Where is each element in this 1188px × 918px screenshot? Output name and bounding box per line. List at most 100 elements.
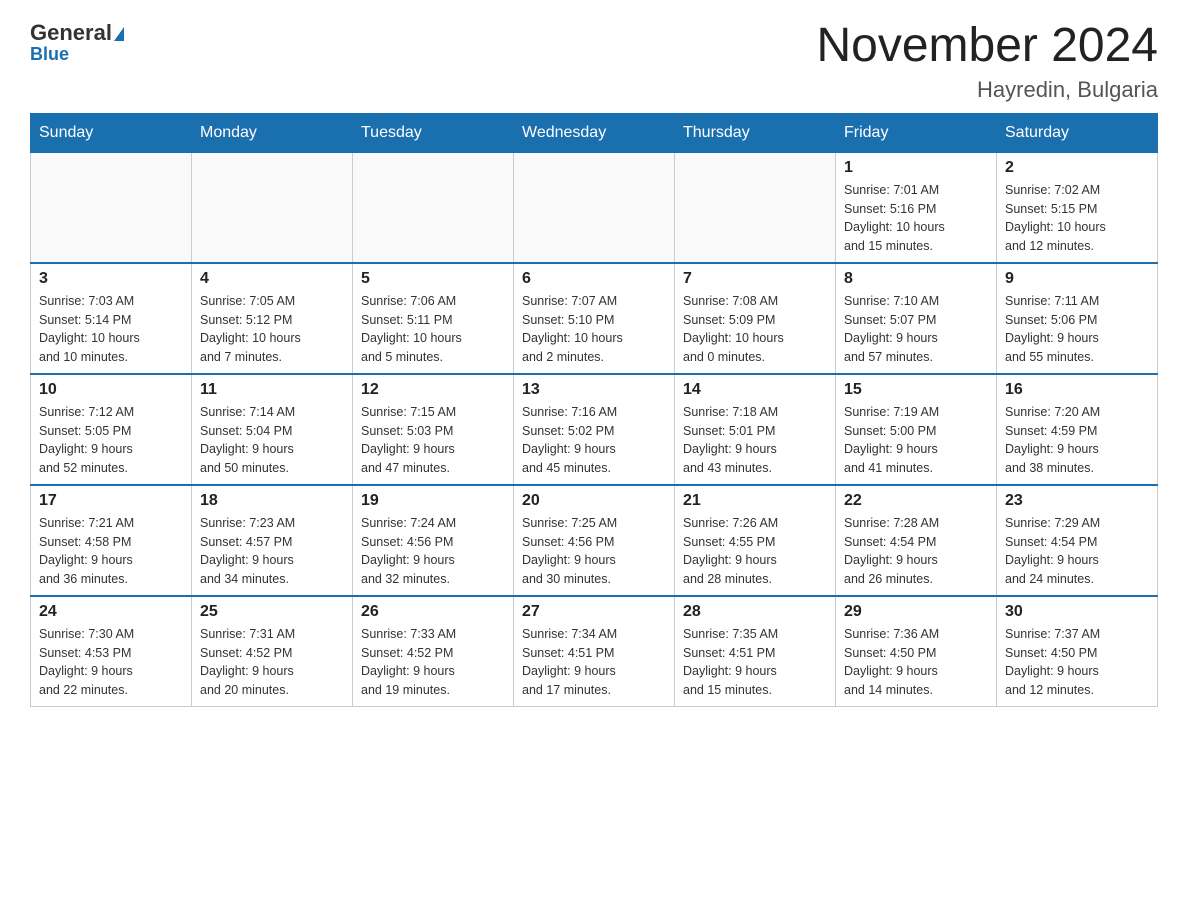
week-row-1: 1 Sunrise: 7:01 AMSunset: 5:16 PMDaylight…	[31, 152, 1158, 263]
calendar-cell: 8 Sunrise: 7:10 AMSunset: 5:07 PMDaylight…	[836, 263, 997, 374]
day-info: Sunrise: 7:21 AMSunset: 4:58 PMDaylight:…	[39, 514, 183, 589]
day-number: 19	[361, 492, 505, 510]
calendar-cell: 25Sunrise: 7:31 AMSunset: 4:52 PMDayligh…	[192, 596, 353, 707]
day-info: Sunrise: 7:28 AMSunset: 4:54 PMDaylight:…	[844, 514, 988, 589]
day-info: Sunrise: 7:19 AMSunset: 5:00 PMDaylight:…	[844, 403, 988, 478]
day-number: 6	[522, 270, 666, 288]
calendar-cell: 27 Sunrise: 7:34 AMSunset: 4:51 PMDayligh…	[514, 596, 675, 707]
calendar-cell: 18 Sunrise: 7:23 AMSunset: 4:57 PMDayligh…	[192, 485, 353, 596]
day-info: Sunrise: 7:03 AMSunset: 5:14 PMDaylight:…	[39, 292, 183, 367]
day-info: Sunrise: 7:24 AMSunset: 4:56 PMDaylight:…	[361, 514, 505, 589]
day-number: 29	[844, 603, 988, 621]
day-number: 13	[522, 381, 666, 399]
calendar-cell: 7 Sunrise: 7:08 AMSunset: 5:09 PMDaylight…	[675, 263, 836, 374]
day-number: 7	[683, 270, 827, 288]
week-row-4: 17 Sunrise: 7:21 AMSunset: 4:58 PMDayligh…	[31, 485, 1158, 596]
calendar-cell: 16 Sunrise: 7:20 AMSunset: 4:59 PMDayligh…	[997, 374, 1158, 485]
day-info: Sunrise: 7:08 AMSunset: 5:09 PMDaylight:…	[683, 292, 827, 367]
weekday-header-tuesday: Tuesday	[353, 113, 514, 152]
calendar-cell: 30 Sunrise: 7:37 AMSunset: 4:50 PMDayligh…	[997, 596, 1158, 707]
day-number: 26	[361, 603, 505, 621]
calendar-cell: 23Sunrise: 7:29 AMSunset: 4:54 PMDayligh…	[997, 485, 1158, 596]
day-info: Sunrise: 7:36 AMSunset: 4:50 PMDaylight:…	[844, 625, 988, 700]
day-info: Sunrise: 7:05 AMSunset: 5:12 PMDaylight:…	[200, 292, 344, 367]
week-row-2: 3 Sunrise: 7:03 AMSunset: 5:14 PMDaylight…	[31, 263, 1158, 374]
logo: General Blue	[30, 20, 124, 65]
day-info: Sunrise: 7:16 AMSunset: 5:02 PMDaylight:…	[522, 403, 666, 478]
day-info: Sunrise: 7:26 AMSunset: 4:55 PMDaylight:…	[683, 514, 827, 589]
day-info: Sunrise: 7:11 AMSunset: 5:06 PMDaylight:…	[1005, 292, 1149, 367]
day-number: 28	[683, 603, 827, 621]
weekday-header-sunday: Sunday	[31, 113, 192, 152]
calendar-table: SundayMondayTuesdayWednesdayThursdayFrid…	[30, 113, 1158, 707]
calendar-cell: 4Sunrise: 7:05 AMSunset: 5:12 PMDaylight…	[192, 263, 353, 374]
logo-general: General	[30, 20, 124, 46]
calendar-cell: 24 Sunrise: 7:30 AMSunset: 4:53 PMDayligh…	[31, 596, 192, 707]
subtitle: Hayredin, Bulgaria	[816, 77, 1158, 103]
calendar-cell	[192, 152, 353, 263]
day-info: Sunrise: 7:01 AMSunset: 5:16 PMDaylight:…	[844, 181, 988, 256]
calendar-cell: 12 Sunrise: 7:15 AMSunset: 5:03 PMDayligh…	[353, 374, 514, 485]
weekday-header-friday: Friday	[836, 113, 997, 152]
calendar-cell: 5 Sunrise: 7:06 AMSunset: 5:11 PMDaylight…	[353, 263, 514, 374]
calendar-cell: 13 Sunrise: 7:16 AMSunset: 5:02 PMDayligh…	[514, 374, 675, 485]
weekday-header-row: SundayMondayTuesdayWednesdayThursdayFrid…	[31, 113, 1158, 152]
day-info: Sunrise: 7:06 AMSunset: 5:11 PMDaylight:…	[361, 292, 505, 367]
calendar-cell: 11 Sunrise: 7:14 AMSunset: 5:04 PMDayligh…	[192, 374, 353, 485]
logo-blue: Blue	[30, 44, 69, 65]
day-number: 24	[39, 603, 183, 621]
calendar-cell	[31, 152, 192, 263]
day-info: Sunrise: 7:34 AMSunset: 4:51 PMDaylight:…	[522, 625, 666, 700]
weekday-header-monday: Monday	[192, 113, 353, 152]
calendar-cell: 3 Sunrise: 7:03 AMSunset: 5:14 PMDaylight…	[31, 263, 192, 374]
day-info: Sunrise: 7:35 AMSunset: 4:51 PMDaylight:…	[683, 625, 827, 700]
day-info: Sunrise: 7:29 AMSunset: 4:54 PMDaylight:…	[1005, 514, 1149, 589]
day-number: 11	[200, 381, 344, 399]
day-number: 17	[39, 492, 183, 510]
calendar-cell: 26Sunrise: 7:33 AMSunset: 4:52 PMDayligh…	[353, 596, 514, 707]
day-number: 2	[1005, 159, 1149, 177]
day-number: 1	[844, 159, 988, 177]
day-number: 15	[844, 381, 988, 399]
day-info: Sunrise: 7:15 AMSunset: 5:03 PMDaylight:…	[361, 403, 505, 478]
title-block: November 2024 Hayredin, Bulgaria	[816, 20, 1158, 103]
calendar-cell: 29 Sunrise: 7:36 AMSunset: 4:50 PMDayligh…	[836, 596, 997, 707]
calendar-cell: 9 Sunrise: 7:11 AMSunset: 5:06 PMDaylight…	[997, 263, 1158, 374]
calendar-cell: 2Sunrise: 7:02 AMSunset: 5:15 PMDaylight…	[997, 152, 1158, 263]
day-info: Sunrise: 7:37 AMSunset: 4:50 PMDaylight:…	[1005, 625, 1149, 700]
day-number: 16	[1005, 381, 1149, 399]
calendar-cell: 15 Sunrise: 7:19 AMSunset: 5:00 PMDayligh…	[836, 374, 997, 485]
day-number: 30	[1005, 603, 1149, 621]
weekday-header-thursday: Thursday	[675, 113, 836, 152]
day-number: 3	[39, 270, 183, 288]
day-info: Sunrise: 7:30 AMSunset: 4:53 PMDaylight:…	[39, 625, 183, 700]
day-info: Sunrise: 7:12 AMSunset: 5:05 PMDaylight:…	[39, 403, 183, 478]
day-number: 20	[522, 492, 666, 510]
week-row-3: 10 Sunrise: 7:12 AMSunset: 5:05 PMDayligh…	[31, 374, 1158, 485]
day-number: 18	[200, 492, 344, 510]
week-row-5: 24 Sunrise: 7:30 AMSunset: 4:53 PMDayligh…	[31, 596, 1158, 707]
day-number: 12	[361, 381, 505, 399]
day-number: 5	[361, 270, 505, 288]
day-number: 27	[522, 603, 666, 621]
calendar-cell: 28 Sunrise: 7:35 AMSunset: 4:51 PMDayligh…	[675, 596, 836, 707]
weekday-header-wednesday: Wednesday	[514, 113, 675, 152]
calendar-cell	[514, 152, 675, 263]
day-info: Sunrise: 7:18 AMSunset: 5:01 PMDaylight:…	[683, 403, 827, 478]
calendar-cell: 19 Sunrise: 7:24 AMSunset: 4:56 PMDayligh…	[353, 485, 514, 596]
day-number: 10	[39, 381, 183, 399]
calendar-cell	[675, 152, 836, 263]
day-info: Sunrise: 7:23 AMSunset: 4:57 PMDaylight:…	[200, 514, 344, 589]
calendar-cell: 6Sunrise: 7:07 AMSunset: 5:10 PMDaylight…	[514, 263, 675, 374]
weekday-header-saturday: Saturday	[997, 113, 1158, 152]
day-info: Sunrise: 7:20 AMSunset: 4:59 PMDaylight:…	[1005, 403, 1149, 478]
calendar-body: 1 Sunrise: 7:01 AMSunset: 5:16 PMDaylight…	[31, 152, 1158, 706]
calendar-cell	[353, 152, 514, 263]
day-number: 8	[844, 270, 988, 288]
day-info: Sunrise: 7:10 AMSunset: 5:07 PMDaylight:…	[844, 292, 988, 367]
calendar-cell: 22 Sunrise: 7:28 AMSunset: 4:54 PMDayligh…	[836, 485, 997, 596]
day-number: 9	[1005, 270, 1149, 288]
day-info: Sunrise: 7:14 AMSunset: 5:04 PMDaylight:…	[200, 403, 344, 478]
calendar-cell: 10 Sunrise: 7:12 AMSunset: 5:05 PMDayligh…	[31, 374, 192, 485]
day-number: 22	[844, 492, 988, 510]
